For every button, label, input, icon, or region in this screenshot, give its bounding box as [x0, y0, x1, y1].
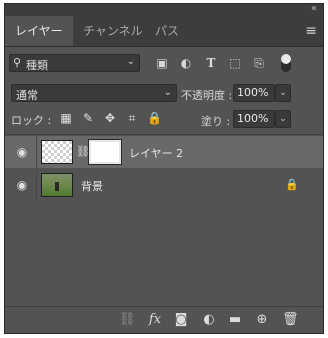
add-mask-icon[interactable]: ◙: [173, 312, 189, 328]
panel-top-strip: «: [5, 3, 323, 16]
layer-mask-thumbnail[interactable]: [88, 139, 122, 165]
fill-input[interactable]: 100%: [233, 110, 275, 128]
adjustment-layer-icon[interactable]: ◐: [201, 312, 217, 328]
eye-icon[interactable]: ◉: [15, 179, 29, 191]
layer-name: 背景: [81, 180, 103, 193]
filter-kind-label: 種類: [26, 59, 48, 72]
tab-channels[interactable]: チャンネル: [73, 16, 153, 46]
lock-icon: 🔒: [285, 178, 299, 191]
filter-adjustment-icon[interactable]: ◐: [179, 56, 193, 70]
blend-mode-value: 通常: [16, 89, 38, 102]
filter-shape-icon[interactable]: ⬚: [228, 56, 242, 70]
lock-all-icon[interactable]: 🔒: [147, 111, 162, 125]
divider: [5, 134, 323, 135]
fx-icon[interactable]: fx: [147, 312, 163, 328]
divider: [36, 136, 37, 168]
filter-pixel-icon[interactable]: ▣: [155, 56, 169, 70]
filter-toggle[interactable]: [281, 54, 291, 72]
opacity-dropdown-button[interactable]: ⌄: [275, 84, 291, 102]
bottom-toolbar: ⛓ fx ◙ ◐ ▬ ⊕ 🗑: [5, 306, 323, 333]
search-icon: ⚲: [13, 56, 22, 69]
lock-transparency-icon[interactable]: ▦: [59, 111, 73, 125]
collapse-panel-icon[interactable]: «: [311, 3, 317, 15]
layer-name: レイヤー 2: [129, 147, 184, 160]
eye-icon[interactable]: ◉: [15, 146, 29, 158]
fill-dropdown-button[interactable]: ⌄: [275, 110, 291, 128]
fill-label: 塗り :: [201, 115, 231, 128]
tab-layers[interactable]: レイヤー: [5, 16, 73, 46]
new-group-icon[interactable]: ▬: [227, 312, 243, 328]
layer-row-background[interactable]: ◉ 背景 🔒: [5, 169, 323, 201]
chevron-down-icon: ⌄: [126, 56, 135, 67]
link-icon[interactable]: ⛓: [119, 312, 136, 328]
lock-artboard-icon[interactable]: ⌗: [125, 111, 139, 125]
thumbnail-figure: [55, 182, 59, 191]
layer-thumbnail[interactable]: [41, 173, 73, 197]
filter-toggle-knob: [281, 54, 291, 64]
lock-label: ロック :: [11, 114, 52, 127]
new-layer-icon[interactable]: ⊕: [254, 312, 270, 328]
tab-paths[interactable]: パス: [145, 16, 189, 46]
trash-icon[interactable]: 🗑: [282, 312, 299, 328]
divider: [36, 169, 37, 201]
layers-panel: « レイヤー チャンネル パス ≡ ⚲ 種類 ⌄ ▣ ◐ T ⬚ ⎘ 通常 ⌄ …: [4, 3, 324, 334]
layer-row-layer2[interactable]: ◉ ⛓ レイヤー 2: [5, 136, 323, 168]
filter-type-icon[interactable]: T: [204, 56, 218, 70]
filter-type-select[interactable]: ⚲ 種類 ⌄: [9, 54, 140, 72]
opacity-label: 不透明度 :: [181, 89, 233, 102]
panel-menu-icon[interactable]: ≡: [305, 16, 317, 46]
opacity-input[interactable]: 100%: [233, 84, 275, 102]
filter-smart-object-icon[interactable]: ⎘: [252, 56, 266, 70]
mask-link-icon[interactable]: ⛓: [76, 145, 90, 158]
blend-mode-select[interactable]: 通常 ⌄: [11, 84, 177, 102]
lock-image-pixels-icon[interactable]: ✎: [81, 111, 95, 125]
chevron-down-icon: ⌄: [163, 87, 172, 98]
layer-thumbnail[interactable]: [41, 140, 73, 164]
lock-position-icon[interactable]: ✥: [103, 111, 117, 125]
tab-bar: レイヤー チャンネル パス ≡: [5, 16, 323, 47]
